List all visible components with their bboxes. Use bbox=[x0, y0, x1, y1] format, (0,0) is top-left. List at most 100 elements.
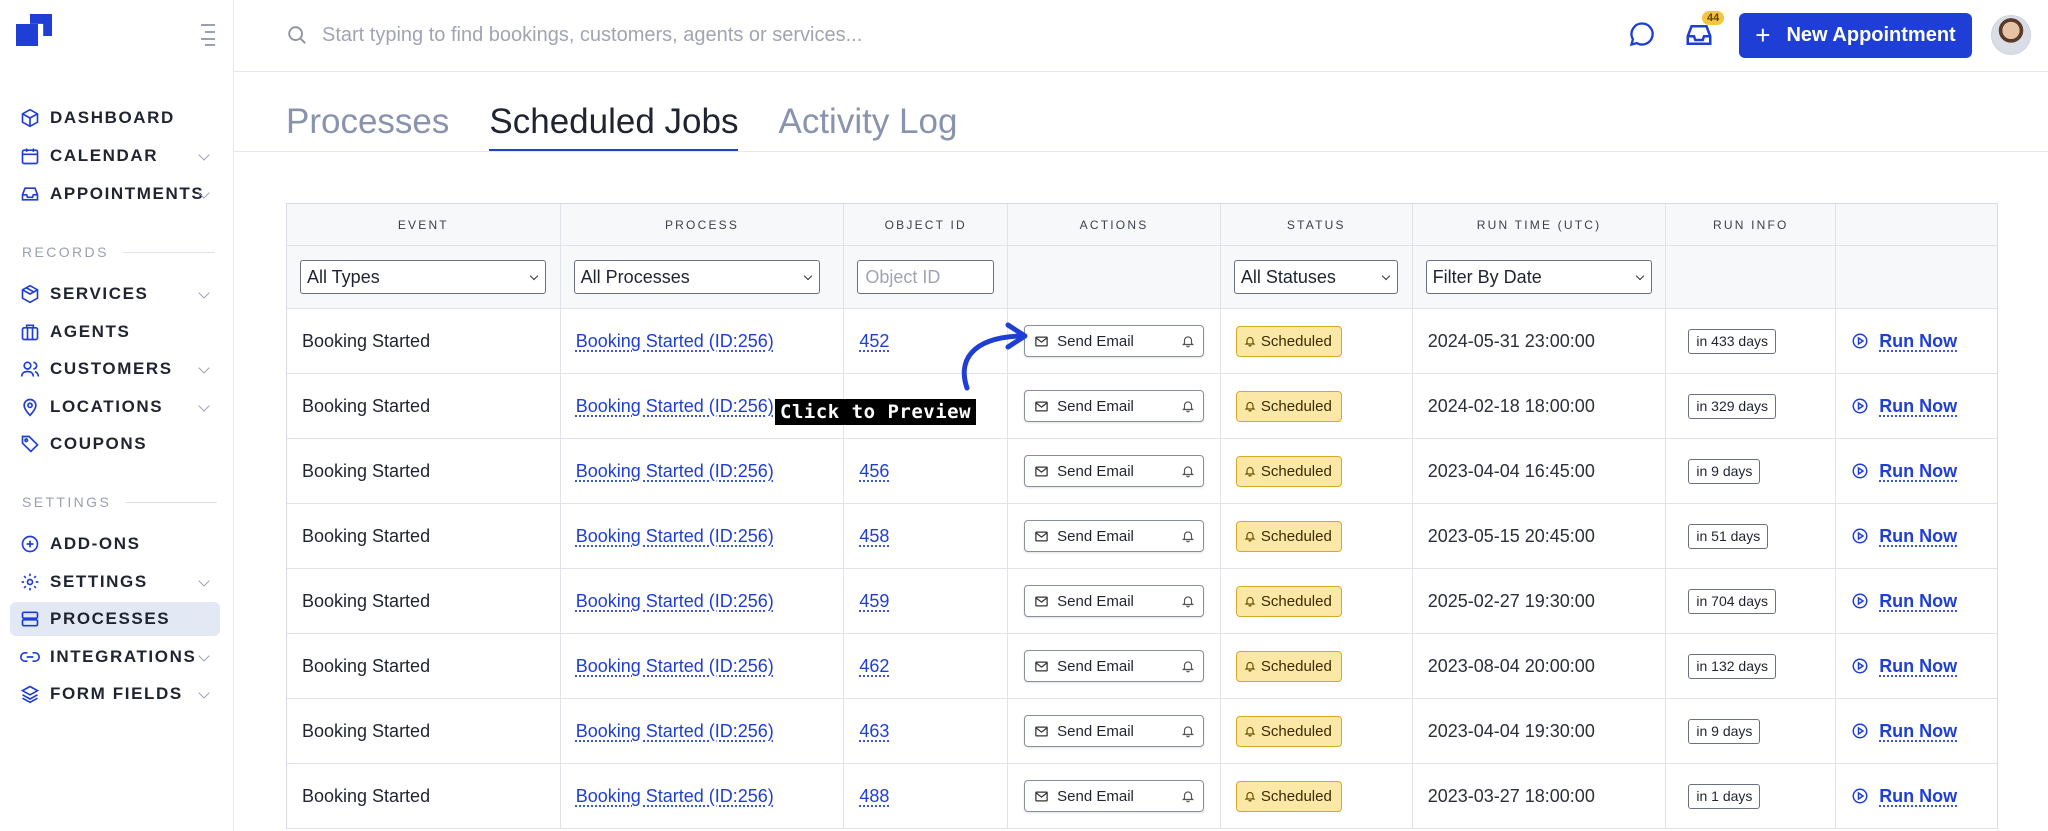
bell-icon bbox=[1244, 661, 1256, 672]
process-link[interactable]: Booking Started (ID:256) bbox=[576, 396, 774, 417]
run-time-cell: 2024-02-18 18:00:00 bbox=[1413, 374, 1667, 438]
plus-circle-icon bbox=[20, 534, 40, 554]
sidebar-item-appointments[interactable]: APPOINTMENTS bbox=[10, 177, 220, 211]
date-filter-select[interactable]: Filter By Date bbox=[1425, 260, 1652, 294]
send-email-button[interactable]: Send Email bbox=[1024, 780, 1205, 812]
run-time-cell: 2023-04-04 19:30:00 bbox=[1413, 699, 1667, 763]
sidebar-item-coupons[interactable]: COUPONS bbox=[10, 427, 220, 461]
play-circle-icon bbox=[1852, 788, 1868, 804]
process-link[interactable]: Booking Started (ID:256) bbox=[576, 526, 774, 547]
run-time-cell: 2023-05-15 20:45:00 bbox=[1413, 504, 1667, 568]
send-email-button[interactable]: Send Email bbox=[1024, 585, 1205, 617]
sidebar-item-add-ons[interactable]: ADD-ONS bbox=[10, 527, 220, 561]
bell-icon bbox=[1182, 791, 1195, 803]
object-id-link[interactable]: 488 bbox=[859, 786, 889, 807]
avatar[interactable] bbox=[1991, 15, 2031, 55]
status-badge: Scheduled bbox=[1235, 585, 1342, 617]
section-label-settings: SETTINGS bbox=[22, 494, 217, 510]
play-circle-icon bbox=[1852, 658, 1868, 674]
tab-processes[interactable]: Processes bbox=[286, 102, 449, 152]
process-link[interactable]: Booking Started (ID:256) bbox=[576, 656, 774, 677]
chevron-down-icon bbox=[803, 271, 812, 281]
object-id-link[interactable]: 452 bbox=[859, 331, 889, 352]
status-filter-select[interactable]: All Statuses bbox=[1233, 260, 1398, 294]
run-time-cell: 2024-05-31 23:00:00 bbox=[1413, 309, 1667, 373]
object-id-link[interactable]: 459 bbox=[859, 591, 889, 612]
object-id-link[interactable]: 462 bbox=[859, 656, 889, 677]
bell-icon bbox=[1244, 336, 1256, 347]
sidebar-item-calendar[interactable]: CALENDAR bbox=[10, 139, 220, 173]
process-link[interactable]: Booking Started (ID:256) bbox=[576, 721, 774, 742]
event-cell: Booking Started bbox=[287, 374, 561, 438]
sidebar-item-form-fields[interactable]: FORM FIELDS bbox=[10, 677, 220, 711]
bell-icon bbox=[1182, 661, 1195, 673]
object-id-link[interactable]: 458 bbox=[859, 526, 889, 547]
object-id-input[interactable] bbox=[857, 260, 995, 294]
column-header: ACTIONS bbox=[1008, 204, 1221, 245]
process-link[interactable]: Booking Started (ID:256) bbox=[576, 591, 774, 612]
table-row: Booking Started Booking Started (ID:256)… bbox=[287, 439, 1997, 504]
play-circle-icon bbox=[1852, 723, 1868, 739]
object-id-link[interactable]: 463 bbox=[859, 721, 889, 742]
column-header bbox=[1836, 204, 1998, 245]
run-now-button[interactable]: Run Now bbox=[1851, 786, 1957, 807]
scheduled-jobs-table: EVENT PROCESS OBJECT ID ACTIONS STATUS R… bbox=[286, 203, 1998, 829]
sidebar-item-customers[interactable]: CUSTOMERS bbox=[10, 352, 220, 386]
run-now-button[interactable]: Run Now bbox=[1851, 331, 1957, 352]
table-body: Booking Started Booking Started (ID:256)… bbox=[287, 309, 1997, 829]
inbox-icon[interactable] bbox=[1684, 20, 1714, 55]
play-circle-icon bbox=[1852, 333, 1868, 349]
run-now-button[interactable]: Run Now bbox=[1851, 591, 1957, 612]
sidebar-item-locations[interactable]: LOCATIONS bbox=[10, 390, 220, 424]
chevron-down-icon bbox=[1635, 271, 1644, 281]
run-info-chip: in 329 days bbox=[1688, 393, 1776, 419]
send-email-button[interactable]: Send Email bbox=[1024, 715, 1205, 747]
process-link[interactable]: Booking Started (ID:256) bbox=[576, 786, 774, 807]
notification-badge: 44 bbox=[1702, 11, 1725, 25]
mail-icon bbox=[1035, 466, 1048, 476]
chat-icon[interactable] bbox=[1628, 20, 1656, 53]
run-now-button[interactable]: Run Now bbox=[1851, 656, 1957, 677]
column-header: RUN INFO bbox=[1666, 204, 1837, 245]
send-email-button[interactable]: Send Email bbox=[1024, 455, 1205, 487]
tab-activity-log[interactable]: Activity Log bbox=[778, 102, 957, 152]
event-filter-select[interactable]: All Types bbox=[300, 260, 546, 294]
sidebar-item-processes[interactable]: PROCESSES bbox=[10, 602, 220, 636]
bell-icon bbox=[1182, 401, 1195, 413]
run-now-button[interactable]: Run Now bbox=[1851, 721, 1957, 742]
bell-icon bbox=[1182, 466, 1195, 478]
send-email-button[interactable]: Send Email bbox=[1024, 325, 1205, 357]
tab-scheduled-jobs[interactable]: Scheduled Jobs bbox=[489, 102, 739, 152]
object-id-link[interactable]: 456 bbox=[859, 461, 889, 482]
filter-row: All Types All Processes All Statuses Fil… bbox=[287, 246, 1997, 309]
chevron-down-icon bbox=[529, 271, 539, 281]
send-email-button[interactable]: Send Email bbox=[1024, 520, 1205, 552]
process-filter-select[interactable]: All Processes bbox=[573, 260, 820, 294]
logo[interactable] bbox=[16, 14, 52, 50]
send-email-button[interactable]: Send Email bbox=[1024, 390, 1205, 422]
sidebar-item-services[interactable]: SERVICES bbox=[10, 277, 220, 311]
search-input[interactable] bbox=[322, 18, 1122, 52]
sidebar-item-settings[interactable]: SETTINGS bbox=[10, 565, 220, 599]
calendar-icon bbox=[20, 146, 40, 166]
process-link[interactable]: Booking Started (ID:256) bbox=[576, 331, 774, 352]
gear-icon bbox=[20, 572, 40, 592]
search-icon bbox=[286, 24, 308, 51]
status-badge: Scheduled bbox=[1235, 455, 1342, 487]
play-circle-icon bbox=[1852, 463, 1868, 479]
run-now-button[interactable]: Run Now bbox=[1851, 396, 1957, 417]
column-header: STATUS bbox=[1220, 204, 1413, 245]
menu-toggle-icon[interactable] bbox=[197, 24, 215, 46]
process-link[interactable]: Booking Started (ID:256) bbox=[576, 461, 774, 482]
sidebar-item-dashboard[interactable]: DASHBOARD bbox=[10, 101, 220, 135]
table-row: Booking Started Booking Started (ID:256)… bbox=[287, 764, 1997, 829]
sidebar-item-integrations[interactable]: INTEGRATIONS bbox=[10, 640, 220, 674]
box-icon bbox=[20, 284, 40, 304]
column-header: RUN TIME (UTC) bbox=[1412, 204, 1667, 245]
run-now-button[interactable]: Run Now bbox=[1851, 526, 1957, 547]
send-email-button[interactable]: Send Email bbox=[1024, 650, 1205, 682]
sidebar-item-agents[interactable]: AGENTS bbox=[10, 315, 220, 349]
event-cell: Booking Started bbox=[287, 439, 561, 503]
new-appointment-button[interactable]: + New Appointment bbox=[1739, 13, 1972, 58]
run-now-button[interactable]: Run Now bbox=[1851, 461, 1957, 482]
